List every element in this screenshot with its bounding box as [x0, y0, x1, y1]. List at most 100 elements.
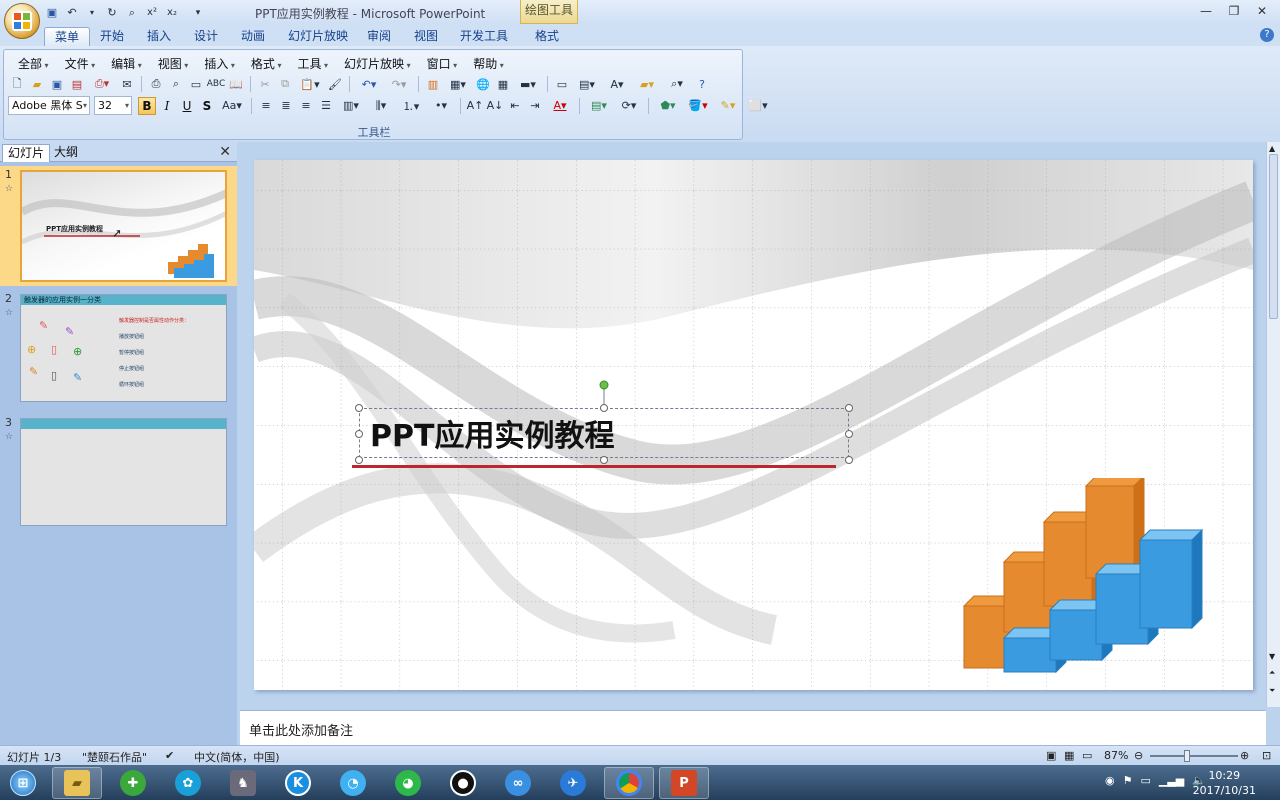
tab-review[interactable]: 审阅 — [357, 27, 401, 46]
resize-handle[interactable] — [845, 456, 853, 464]
pdf-export-icon[interactable]: ⎙▾ — [88, 75, 116, 93]
align-left-icon[interactable]: ≡ — [257, 97, 275, 115]
display-icon[interactable]: ▭ — [1140, 774, 1150, 787]
scroll-thumb[interactable] — [1269, 154, 1278, 319]
print-icon[interactable]: ⎙ — [147, 75, 165, 93]
taskbar-wechat[interactable]: ◕ — [383, 767, 433, 799]
spelling-check-icon[interactable]: ✔ — [165, 749, 174, 762]
numbering-icon[interactable]: ⒈▾ — [397, 97, 425, 115]
slide-sorter-icon[interactable]: ▦ — [1064, 749, 1074, 762]
undo-icon[interactable]: ↶ — [64, 5, 80, 21]
taskbar-360[interactable]: ✚ — [108, 767, 158, 799]
scroll-down-icon[interactable]: ▼ — [1269, 652, 1275, 661]
redo-icon[interactable]: ↻ — [104, 5, 120, 21]
zoom-in-icon[interactable]: ⊕ — [1240, 749, 1249, 762]
menu-slideshow[interactable]: 幻灯片放映 — [336, 55, 419, 73]
table-grid-icon[interactable]: ▦ — [494, 75, 512, 93]
increase-indent-icon[interactable]: ⇥ — [526, 97, 544, 115]
tab-menu[interactable]: 菜单 — [44, 27, 91, 46]
menu-help[interactable]: 帮助 — [465, 55, 512, 73]
menu-all[interactable]: 全部 — [10, 55, 57, 73]
research-icon[interactable]: 📖 — [227, 75, 245, 93]
resize-handle[interactable] — [845, 404, 853, 412]
menu-edit[interactable]: 编辑 — [103, 55, 150, 73]
new-icon[interactable]: 🗋 — [8, 75, 26, 93]
open-icon[interactable]: ▰ — [28, 75, 46, 93]
notes-pane[interactable]: 单击此处添加备注 — [240, 710, 1266, 745]
tab-insert[interactable]: 插入 — [137, 27, 181, 46]
resize-handle[interactable] — [355, 430, 363, 438]
slide-canvas[interactable]: PPT应用实例教程 — [254, 160, 1253, 690]
cut-icon[interactable]: ✂ — [256, 75, 274, 93]
taskbar-game[interactable]: ♞ — [218, 767, 268, 799]
tab-developer[interactable]: 开发工具 — [450, 27, 518, 46]
menu-tools[interactable]: 工具 — [289, 55, 336, 73]
close-button[interactable]: ✕ — [1248, 2, 1276, 20]
fill-color-icon[interactable]: 🪣▾ — [684, 97, 712, 115]
customize-qat-icon[interactable]: ▾ — [190, 5, 206, 21]
resize-handle[interactable] — [355, 456, 363, 464]
save-icon[interactable]: ▣ — [48, 75, 66, 93]
slide-thumbnail-3[interactable]: 3 ☆ — [0, 414, 237, 530]
help-icon[interactable]: ? — [1260, 28, 1274, 42]
taskbar-qq[interactable]: ● — [438, 767, 488, 799]
menu-insert[interactable]: 插入 — [196, 55, 243, 73]
bullets-icon[interactable]: •▾ — [427, 97, 455, 115]
align-right-icon[interactable]: ≡ — [297, 97, 315, 115]
menu-view[interactable]: 视图 — [150, 55, 197, 73]
zoom-slider[interactable] — [1150, 750, 1238, 762]
resize-handle[interactable] — [600, 456, 608, 464]
print-preview-icon[interactable]: ⌕ — [124, 5, 140, 21]
shadow-button[interactable]: S — [198, 97, 216, 115]
slide-thumbnail-2[interactable]: 2 ☆ 触发器的应用实例一分类 ✎ ✎ ⊕ ▯ ⊕ ✎ ▯ ✎ 触发器控制是否属… — [0, 290, 237, 408]
page-icon[interactable]: ▭ — [187, 75, 205, 93]
decrease-indent-icon[interactable]: ⇤ — [506, 97, 524, 115]
rotate-handle[interactable] — [599, 380, 609, 390]
line-style-icon[interactable]: ▬▾ — [514, 75, 542, 93]
layout-icon[interactable]: ▤▾ — [573, 75, 601, 93]
taskbar-chrome[interactable] — [604, 767, 654, 799]
copy-icon[interactable]: ⧉ — [276, 75, 294, 93]
shape-fill-icon[interactable]: ⬟▾ — [654, 97, 682, 115]
office-button[interactable] — [4, 3, 40, 39]
scroll-up-icon[interactable]: ▲ — [1269, 144, 1275, 153]
resize-handle[interactable] — [600, 404, 608, 412]
zoom-level[interactable]: 87% — [1104, 749, 1128, 762]
zoom-out-icon[interactable]: ⊖ — [1134, 749, 1143, 762]
subscript-icon[interactable]: x₂ — [164, 5, 180, 21]
justify-icon[interactable]: ☰ — [317, 97, 335, 115]
network-icon[interactable]: ◉ — [1105, 774, 1115, 787]
tab-slideshow[interactable]: 幻灯片放映 — [278, 27, 358, 46]
redo-icon[interactable]: ↷▾ — [385, 75, 413, 93]
decrease-font-icon[interactable]: A↓ — [486, 97, 504, 115]
zoom-slider-thumb[interactable] — [1184, 750, 1190, 762]
help-icon[interactable]: ? — [693, 75, 711, 93]
vertical-scrollbar[interactable]: ▲ ▼ ⏶ ⏷ — [1266, 142, 1280, 707]
line-color-icon[interactable]: ✎▾ — [714, 97, 742, 115]
paste-icon[interactable]: 📋▾ — [296, 75, 324, 93]
zoom-icon[interactable]: ⌕▾ — [663, 75, 691, 93]
taskbar-kugou[interactable]: K — [273, 767, 323, 799]
clock[interactable]: 10:29 2017/10/31 — [1193, 768, 1256, 798]
next-slide-icon[interactable]: ⏷ — [1269, 686, 1275, 696]
fit-to-window-icon[interactable]: ⊡ — [1262, 749, 1271, 762]
permission-icon[interactable]: ▤ — [68, 75, 86, 93]
signal-icon[interactable]: ▁▃▅ — [1159, 774, 1184, 787]
taskbar-powerpoint[interactable]: P — [659, 767, 709, 799]
animation-icon[interactable]: ⟳▾ — [615, 97, 643, 115]
menu-format[interactable]: 格式 — [243, 55, 290, 73]
format-painter-icon[interactable]: 🖌 — [326, 75, 344, 93]
print-preview-icon[interactable]: ⌕ — [167, 75, 185, 93]
tab-animation[interactable]: 动画 — [231, 27, 275, 46]
resize-handle[interactable] — [355, 404, 363, 412]
taskbar-cloud[interactable]: ∞ — [493, 767, 543, 799]
open-folder-icon[interactable]: ▰▾ — [633, 75, 661, 93]
shape-effects-icon[interactable]: ⬜▾ — [744, 97, 772, 115]
superscript-icon[interactable]: x² — [144, 5, 160, 21]
tab-view[interactable]: 视图 — [404, 27, 448, 46]
dropdown-icon[interactable]: ▾ — [84, 5, 100, 21]
normal-view-icon[interactable]: ▣ — [1046, 749, 1056, 762]
hyperlink-icon[interactable]: 🌐 — [474, 75, 492, 93]
restore-button[interactable]: ❐ — [1220, 2, 1248, 20]
flag-icon[interactable]: ⚑ — [1123, 774, 1133, 787]
